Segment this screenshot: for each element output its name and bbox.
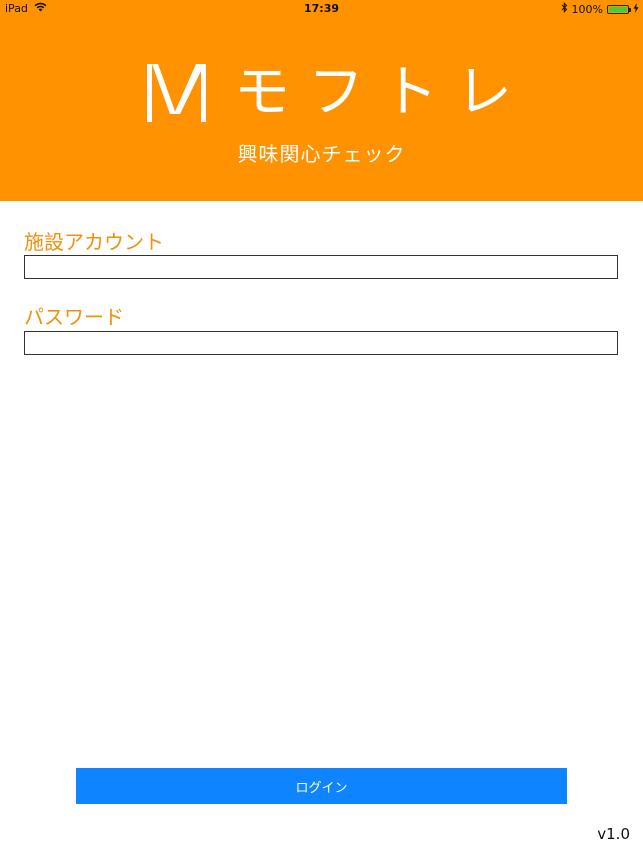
- app-logo: モフトレ: [146, 62, 512, 124]
- logo-text: モフトレ: [234, 60, 530, 125]
- account-input[interactable]: [24, 255, 618, 279]
- battery-percent: 100%: [571, 2, 603, 16]
- status-bar: iPad 17:39 100%: [0, 0, 643, 18]
- password-input[interactable]: [24, 331, 618, 355]
- battery-fill: [609, 6, 627, 12]
- password-label: パスワード: [24, 305, 124, 329]
- version-label: v1.0: [597, 825, 630, 843]
- app-subtitle: 興味関心チェック: [237, 142, 406, 166]
- battery-icon: [607, 4, 631, 14]
- login-screen: iPad 17:39 100% モフトレ 興味関心チェック 施設アカウント パス…: [0, 0, 643, 858]
- moftre-logo-icon: [146, 62, 208, 124]
- app-header: iPad 17:39 100% モフトレ 興味関心チェック: [0, 0, 643, 201]
- account-label: 施設アカウント: [24, 230, 164, 254]
- charging-bolt-icon: [633, 2, 639, 16]
- bluetooth-icon: [561, 2, 568, 16]
- status-time: 17:39: [303, 2, 339, 15]
- login-button[interactable]: ログイン: [76, 768, 567, 804]
- status-right: 100%: [561, 2, 639, 16]
